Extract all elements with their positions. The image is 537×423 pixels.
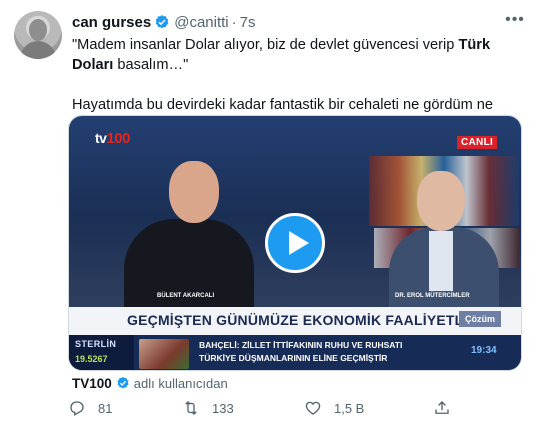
broadcast-clock: 19:34: [471, 345, 497, 356]
tweet-card[interactable]: can gurses @canitti · 7s ••• "Madem insa…: [0, 0, 537, 423]
play-icon: [289, 231, 309, 255]
currency-value: 19.5267: [75, 354, 108, 364]
separator-dot: ·: [231, 13, 237, 31]
source-name[interactable]: TV100: [72, 376, 112, 391]
heart-icon: [305, 401, 321, 415]
tweet-timestamp[interactable]: 7s: [240, 14, 256, 31]
currency-box: STERLİN 19.5267: [69, 335, 134, 370]
author-handle[interactable]: @canitti: [174, 14, 228, 31]
channel-logo: tv100: [95, 130, 130, 147]
live-badge: CANLI: [457, 136, 498, 149]
source-subtitle: adlı kullanıcıdan: [133, 375, 228, 391]
news-thumbnail: [139, 339, 189, 369]
channel-logo-prefix: tv: [95, 130, 107, 146]
lower-third-title: GEÇMİŞTEN GÜNÜMÜZE EKONOMİK FAALİYETLER: [127, 312, 484, 328]
guest-right-name: DR. EROL MÜTERCİMLER: [395, 293, 470, 299]
share-icon: [435, 401, 449, 414]
reply-icon: [70, 401, 84, 416]
author-name[interactable]: can gurses: [72, 14, 151, 31]
guest-right-figure: [389, 171, 509, 307]
text-segment: "Madem insanlar Dolar alıyor, biz de dev…: [72, 37, 459, 53]
segment-tag: Çözüm: [459, 311, 501, 327]
guest-left-figure: [124, 161, 254, 309]
currency-label: STERLİN: [75, 339, 117, 349]
verified-badge-icon: [116, 376, 130, 390]
reply-count: 81: [98, 400, 113, 416]
like-button[interactable]: 1,5 B: [304, 399, 364, 417]
tweet-text-line1: "Madem insanlar Dolar alıyor, biz de dev…: [72, 35, 527, 75]
verified-badge-icon: [154, 14, 170, 30]
tweet-header: can gurses @canitti · 7s: [72, 13, 255, 31]
text-segment: basalım…": [113, 57, 189, 73]
channel-logo-number: 100: [106, 130, 130, 147]
share-button[interactable]: [433, 399, 451, 417]
news-headline-line2: TÜRKİYE DÜŞMANLARININ ELİNE GEÇMİŞTİR: [199, 353, 388, 363]
retweet-icon: [185, 401, 197, 415]
retweet-button[interactable]: 133: [182, 399, 234, 417]
video-player[interactable]: tv100 CANLI BÜLENT AKARCALI DR. EROL MÜT…: [68, 115, 522, 371]
avatar[interactable]: [14, 11, 62, 59]
reply-button[interactable]: 81: [68, 399, 112, 417]
tweet-actions: 81 133 1,5 B: [68, 396, 528, 420]
like-count: 1,5 B: [334, 400, 365, 416]
news-headline-line1: BAHÇELİ: ZİLLET İTTİFAKININ RUHU VE RUHS…: [199, 340, 403, 350]
video-source: TV100 adlı kullanıcıdan: [72, 374, 228, 392]
guest-left-name: BÜLENT AKARCALI: [157, 293, 215, 299]
play-button[interactable]: [265, 213, 325, 273]
retweet-count: 133: [212, 400, 234, 416]
more-horizontal-icon[interactable]: •••: [505, 12, 525, 31]
